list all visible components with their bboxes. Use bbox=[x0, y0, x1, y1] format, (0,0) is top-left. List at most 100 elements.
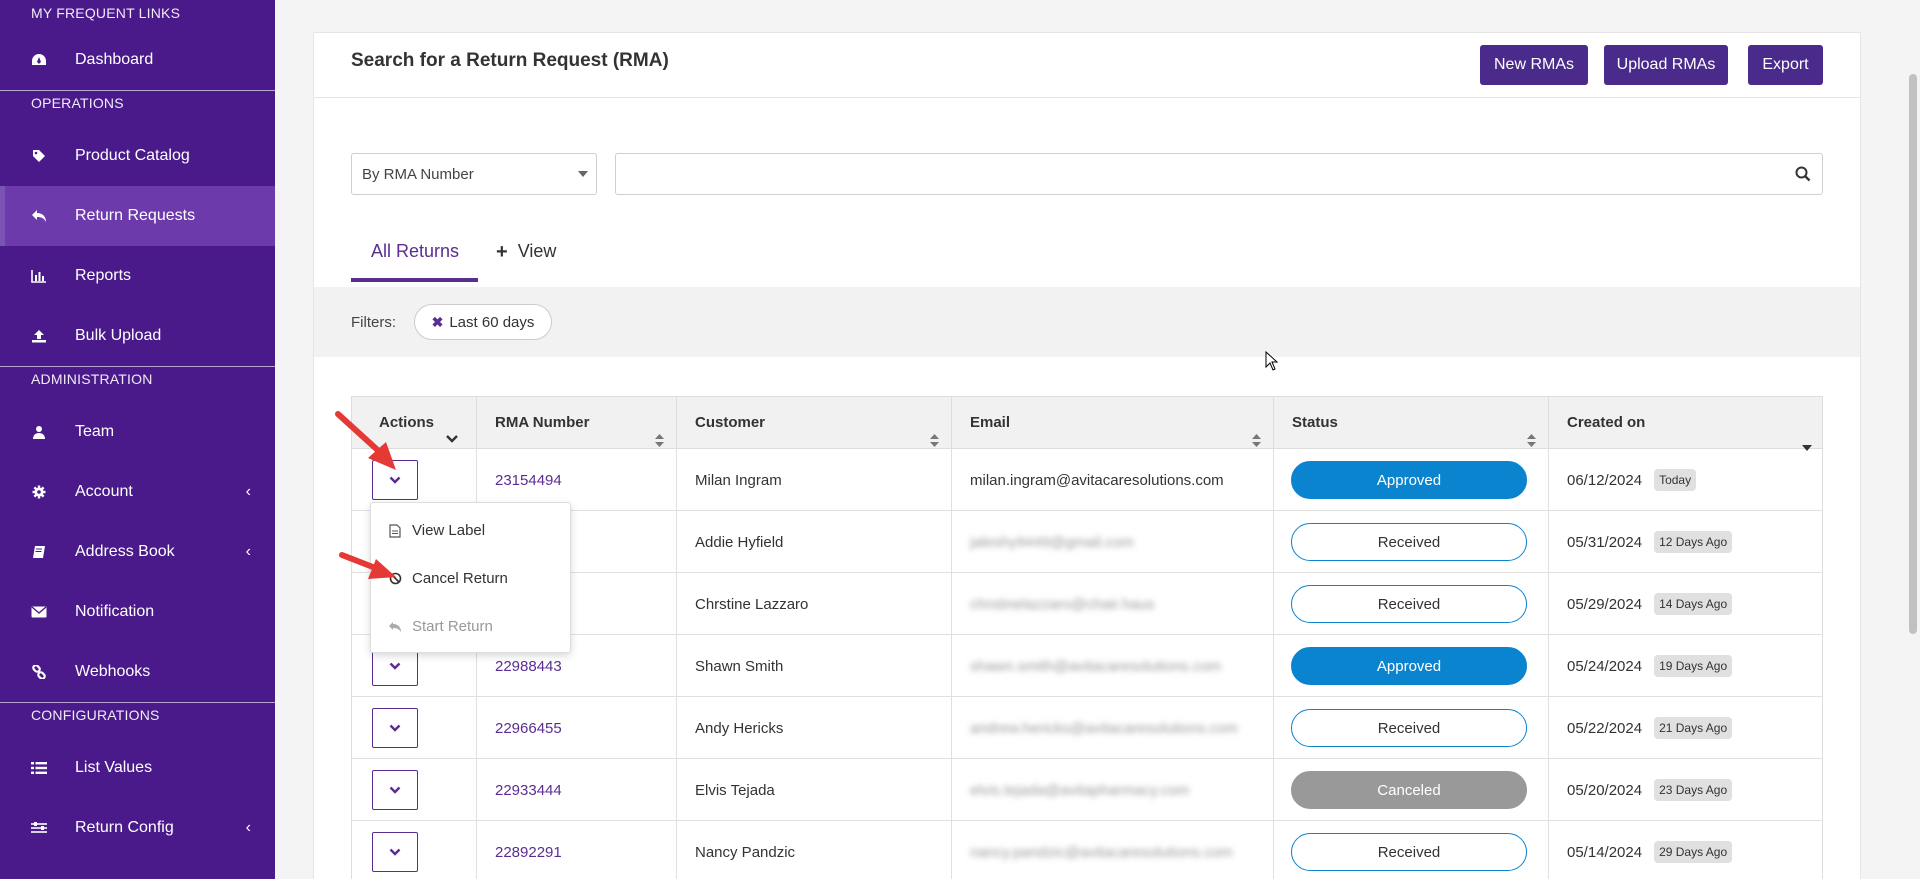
sort-icon bbox=[1252, 417, 1261, 447]
chevron-left-icon: ‹ bbox=[245, 819, 251, 836]
customer-cell: Nancy Pandzic bbox=[677, 821, 952, 879]
chevron-down-icon bbox=[445, 416, 459, 443]
table-header: Actions RMA Number Customer Email Status bbox=[352, 397, 1824, 451]
table-row: 22933444 Elvis Tejada elvis.tejada@avitaph… bbox=[352, 759, 1822, 821]
column-header-status[interactable]: Status bbox=[1274, 397, 1549, 449]
status-badge: Approved bbox=[1291, 461, 1527, 499]
status-cell: Received bbox=[1274, 697, 1549, 759]
active-tab-indicator bbox=[351, 278, 478, 282]
email-cell: andrew.hericks@avitacaresolutions.com bbox=[952, 697, 1274, 759]
filter-chip-date[interactable]: ✖ Last 60 days bbox=[414, 304, 552, 340]
user-icon bbox=[31, 424, 47, 440]
row-actions-button[interactable] bbox=[372, 708, 418, 748]
column-header-customer[interactable]: Customer bbox=[677, 397, 952, 449]
sidebar-item-bulk-upload[interactable]: Bulk Upload bbox=[0, 306, 275, 366]
sidebar-item-account[interactable]: Account ‹ bbox=[0, 462, 275, 522]
search-type-value: By RMA Number bbox=[362, 166, 474, 183]
rma-number-cell: 22966455 bbox=[477, 697, 677, 759]
row-actions-menu: View Label Cancel Return Start Return bbox=[370, 502, 571, 653]
page-scrollbar[interactable] bbox=[1906, 0, 1920, 879]
sidebar-item-address-book[interactable]: Address Book ‹ bbox=[0, 522, 275, 582]
rma-number-link[interactable]: 23154494 bbox=[495, 472, 562, 489]
sidebar-item-label: Dashboard bbox=[75, 51, 154, 68]
relative-time-badge: 23 Days Ago bbox=[1654, 779, 1733, 801]
search-type-select[interactable]: By RMA Number bbox=[351, 153, 597, 195]
actions-cell bbox=[352, 821, 477, 879]
rma-number-link[interactable]: 22966455 bbox=[495, 720, 562, 737]
created-on-cell: 05/22/2024 21 Days Ago bbox=[1549, 697, 1824, 759]
relative-time-badge: 21 Days Ago bbox=[1654, 717, 1733, 739]
email-text: andrew.hericks@avitacaresolutions.com bbox=[970, 719, 1238, 737]
created-on-cell: 06/12/2024 Today bbox=[1549, 449, 1824, 511]
status-cell: Received bbox=[1274, 511, 1549, 573]
table-body: 23154494 Milan Ingram milan.ingram@avitaca… bbox=[352, 449, 1822, 879]
sidebar-item-dashboard[interactable]: Dashboard bbox=[0, 30, 275, 90]
column-header-rma-number[interactable]: RMA Number bbox=[477, 397, 677, 449]
sidebar-item-return-config[interactable]: Return Config ‹ bbox=[0, 798, 275, 858]
sidebar-item-label: Return Requests bbox=[75, 207, 196, 224]
rma-number-link[interactable]: 22892291 bbox=[495, 844, 562, 861]
row-actions-button[interactable] bbox=[372, 832, 418, 872]
export-button[interactable]: Export bbox=[1748, 45, 1823, 85]
rma-number-cell: 22892291 bbox=[477, 821, 677, 879]
table-row: 22966455 Andy Hericks andrew.hericks@avita… bbox=[352, 697, 1822, 759]
email-cell: nancy.pandzic@avitacaresolutions.com bbox=[952, 821, 1274, 879]
sidebar-item-team[interactable]: Team bbox=[0, 402, 275, 462]
filter-bar: Filters: ✖ Last 60 days bbox=[314, 287, 1860, 357]
row-actions-button[interactable] bbox=[372, 770, 418, 810]
customer-cell: Chrstine Lazzaro bbox=[677, 573, 952, 635]
tab-all-returns[interactable]: All Returns bbox=[371, 241, 459, 262]
status-badge: Received bbox=[1291, 833, 1527, 871]
section-header-configurations: CONFIGURATIONS bbox=[31, 707, 160, 723]
column-header-email[interactable]: Email bbox=[952, 397, 1274, 449]
sidebar-item-notification[interactable]: Notification bbox=[0, 582, 275, 642]
sidebar-item-list-values[interactable]: List Values bbox=[0, 738, 275, 798]
tab-view-label: View bbox=[517, 241, 557, 261]
menu-item-view-label[interactable]: View Label bbox=[388, 522, 485, 539]
tab-add-view[interactable]: + View bbox=[496, 241, 556, 262]
annotation-arrow-icon bbox=[335, 411, 396, 470]
sidebar-item-reports[interactable]: Reports bbox=[0, 246, 275, 306]
upload-rmas-button[interactable]: Upload RMAs bbox=[1604, 45, 1728, 85]
document-icon bbox=[388, 523, 402, 538]
chevron-down-icon bbox=[389, 785, 401, 795]
envelope-icon bbox=[31, 604, 47, 620]
sidebar-item-webhooks[interactable]: Webhooks bbox=[0, 642, 275, 702]
sidebar-item-product-catalog[interactable]: Product Catalog bbox=[0, 126, 275, 186]
chevron-down-icon bbox=[389, 661, 401, 671]
created-on-cell: 05/29/2024 14 Days Ago bbox=[1549, 573, 1824, 635]
sidebar-item-return-requests[interactable]: Return Requests bbox=[0, 186, 275, 246]
customer-cell: Addie Hyfield bbox=[677, 511, 952, 573]
close-icon[interactable]: ✖ bbox=[432, 314, 444, 331]
main-panel: Search for a Return Request (RMA) New RM… bbox=[313, 32, 1861, 879]
header-divider bbox=[314, 97, 1860, 98]
plus-icon: + bbox=[496, 240, 508, 263]
table-row: 22892291 Nancy Pandzic nancy.pandzic@avita… bbox=[352, 821, 1822, 879]
search-input[interactable] bbox=[615, 153, 1823, 195]
menu-item-cancel-return[interactable]: Cancel Return bbox=[388, 570, 508, 587]
page-title: Search for a Return Request (RMA) bbox=[351, 50, 669, 71]
search-icon[interactable] bbox=[1794, 165, 1812, 183]
reply-icon bbox=[388, 620, 402, 634]
sliders-icon bbox=[31, 820, 47, 836]
scrollbar-thumb[interactable] bbox=[1909, 74, 1917, 634]
rma-number-link[interactable]: 22933444 bbox=[495, 782, 562, 799]
status-cell: Approved bbox=[1274, 635, 1549, 697]
menu-item-start-return: Start Return bbox=[388, 618, 493, 635]
new-rmas-button[interactable]: New RMAs bbox=[1480, 45, 1588, 85]
rma-number-link[interactable]: 22988443 bbox=[495, 658, 562, 675]
sidebar-item-label: Team bbox=[75, 423, 115, 440]
status-cell: Received bbox=[1274, 821, 1549, 879]
email-cell: elvis.tejada@avitapharmacy.com bbox=[952, 759, 1274, 821]
actions-cell bbox=[352, 759, 477, 821]
relative-time-badge: 29 Days Ago bbox=[1654, 841, 1733, 863]
created-date: 06/12/2024 bbox=[1567, 471, 1643, 489]
sidebar-item-label: Reports bbox=[75, 267, 132, 284]
table-row: Addie Hyfield jaleshy9449@gmail.com Receiv… bbox=[352, 511, 1822, 573]
email-text: chrstinelazzaro@chair.haus bbox=[970, 595, 1155, 613]
customer-cell: Andy Hericks bbox=[677, 697, 952, 759]
email-cell: milan.ingram@avitacaresolutions.com bbox=[952, 449, 1274, 511]
column-header-created-on[interactable]: Created on bbox=[1549, 397, 1824, 451]
mouse-cursor-icon bbox=[1265, 351, 1279, 371]
created-date: 05/31/2024 bbox=[1567, 533, 1643, 551]
